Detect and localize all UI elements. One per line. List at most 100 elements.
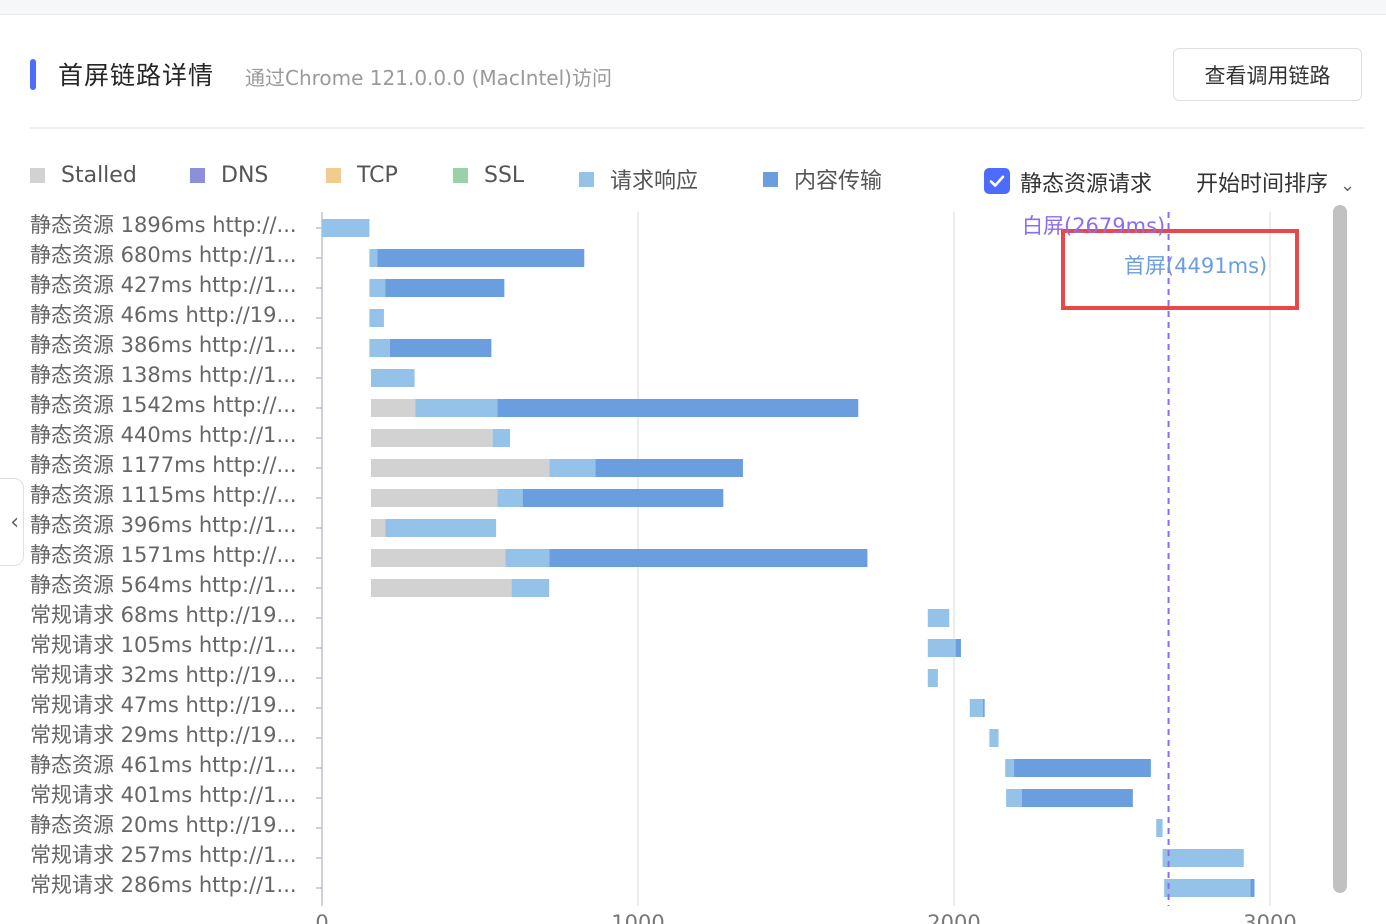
transfer-bar bbox=[1014, 759, 1151, 777]
response-bar bbox=[385, 519, 497, 537]
x-tick-label: 3000 bbox=[1243, 911, 1296, 924]
transfer-bar bbox=[522, 489, 724, 507]
static-resource-checkbox-label[interactable]: 静态资源请求 bbox=[1020, 166, 1152, 198]
transfer-bar bbox=[983, 699, 985, 717]
legend-item-response[interactable]: 请求响应 bbox=[579, 163, 698, 195]
legend-label-stalled: Stalled bbox=[61, 163, 137, 188]
request-label[interactable]: 静态资源 1115ms http://... bbox=[30, 480, 310, 510]
response-bar bbox=[322, 219, 370, 237]
request-label[interactable]: 静态资源 564ms http://1... bbox=[30, 570, 310, 600]
transfer-bar bbox=[549, 549, 868, 567]
response-bar bbox=[369, 279, 386, 297]
request-label[interactable]: 常规请求 401ms http://1... bbox=[30, 780, 310, 810]
response-bar bbox=[369, 339, 390, 357]
transfer-bar bbox=[497, 399, 859, 417]
response-bar bbox=[969, 699, 984, 717]
response-bar bbox=[927, 669, 938, 687]
request-label[interactable]: 静态资源 1542ms http://... bbox=[30, 390, 310, 420]
request-label[interactable]: 常规请求 257ms http://1... bbox=[30, 840, 310, 870]
request-label[interactable]: 静态资源 46ms http://19... bbox=[30, 300, 310, 330]
request-label[interactable]: 静态资源 1896ms http://... bbox=[30, 210, 310, 240]
legend-item-ssl[interactable]: SSL bbox=[453, 163, 524, 188]
request-label[interactable]: 静态资源 1177ms http://... bbox=[30, 450, 310, 480]
legend-item-stalled[interactable]: Stalled bbox=[30, 163, 137, 188]
request-label[interactable]: 常规请求 286ms http://1... bbox=[30, 870, 310, 900]
request-label[interactable]: 常规请求 105ms http://1... bbox=[30, 630, 310, 660]
transfer-bar bbox=[595, 459, 743, 477]
top-strip bbox=[0, 0, 1386, 15]
stalled-bar bbox=[370, 519, 386, 537]
request-label[interactable]: 常规请求 32ms http://19... bbox=[30, 660, 310, 690]
request-label[interactable]: 静态资源 20ms http://19... bbox=[30, 810, 310, 840]
chevron-down-icon: ⌄ bbox=[1340, 175, 1356, 196]
legend-swatch-response bbox=[579, 171, 594, 187]
response-bar bbox=[492, 429, 511, 447]
transfer-bar bbox=[389, 339, 492, 357]
sort-select[interactable]: 开始时间排序 ⌄ bbox=[1196, 166, 1355, 198]
transfer-bar bbox=[1021, 789, 1133, 807]
checkmark-icon bbox=[989, 175, 1005, 187]
response-bar bbox=[989, 729, 999, 747]
x-tick-label: 1000 bbox=[611, 911, 664, 924]
response-bar bbox=[1006, 789, 1022, 807]
response-bar bbox=[1162, 849, 1244, 867]
request-label[interactable]: 静态资源 396ms http://1... bbox=[30, 510, 310, 540]
stalled-bar bbox=[370, 429, 493, 447]
request-label[interactable]: 静态资源 680ms http://1... bbox=[30, 240, 310, 270]
legend-swatch-tcp bbox=[326, 168, 341, 183]
collapse-panel-button[interactable]: ‹ bbox=[0, 478, 24, 566]
legend-swatch-dns bbox=[190, 168, 205, 183]
legend-swatch-transfer bbox=[763, 171, 778, 187]
request-label[interactable]: 静态资源 440ms http://1... bbox=[30, 420, 310, 450]
stalled-bar bbox=[370, 549, 506, 567]
request-label[interactable]: 静态资源 386ms http://1... bbox=[30, 330, 310, 360]
static-resource-checkbox[interactable] bbox=[984, 168, 1010, 194]
stalled-bar bbox=[370, 399, 416, 417]
x-tick-label: 0 bbox=[315, 911, 328, 924]
request-label[interactable]: 静态资源 138ms http://1... bbox=[30, 360, 310, 390]
request-label[interactable]: 静态资源 1571ms http://... bbox=[30, 540, 310, 570]
legend-label-tcp: TCP bbox=[357, 163, 398, 188]
header-divider bbox=[30, 127, 1364, 129]
stalled-bar bbox=[370, 459, 550, 477]
legend-label-transfer: 内容传输 bbox=[794, 169, 883, 194]
transfer-bar bbox=[377, 249, 585, 267]
response-bar bbox=[927, 609, 950, 627]
x-tick-label: 2000 bbox=[927, 911, 980, 924]
response-bar bbox=[369, 249, 378, 267]
legend-item-tcp[interactable]: TCP bbox=[326, 163, 398, 188]
request-label[interactable]: 常规请求 47ms http://19... bbox=[30, 690, 310, 720]
title-accent-bar bbox=[30, 59, 36, 90]
request-label[interactable]: 静态资源 427ms http://1... bbox=[30, 270, 310, 300]
response-bar bbox=[927, 639, 956, 657]
response-bar bbox=[549, 459, 596, 477]
legend-label-dns: DNS bbox=[221, 163, 269, 188]
sort-select-value: 开始时间排序 bbox=[1196, 172, 1329, 197]
first-screen-marker-label: 首屏(4491ms) bbox=[1124, 254, 1268, 278]
legend-swatch-stalled bbox=[30, 168, 45, 183]
response-bar bbox=[369, 309, 384, 327]
response-bar bbox=[1005, 759, 1015, 777]
legend-item-dns[interactable]: DNS bbox=[190, 163, 268, 188]
legend-label-ssl: SSL bbox=[484, 163, 525, 188]
legend-swatch-ssl bbox=[453, 168, 468, 183]
response-bar bbox=[1156, 819, 1163, 837]
request-label[interactable]: 常规请求 29ms http://19... bbox=[30, 720, 310, 750]
white-screen-marker-label: 白屏(2679ms) bbox=[1022, 214, 1166, 238]
response-bar bbox=[497, 489, 523, 507]
vertical-scrollbar[interactable] bbox=[1333, 205, 1347, 893]
request-label[interactable]: 静态资源 461ms http://1... bbox=[30, 750, 310, 780]
response-bar bbox=[370, 369, 415, 387]
legend-label-response: 请求响应 bbox=[610, 169, 699, 194]
response-bar bbox=[505, 549, 550, 567]
chevron-left-icon: ‹ bbox=[10, 509, 19, 535]
view-call-chain-button[interactable]: 查看调用链路 bbox=[1173, 48, 1362, 101]
response-bar bbox=[1164, 879, 1251, 897]
transfer-bar bbox=[385, 279, 505, 297]
legend-item-transfer[interactable]: 内容传输 bbox=[763, 163, 882, 195]
transfer-bar bbox=[955, 639, 961, 657]
request-label[interactable]: 常规请求 68ms http://19... bbox=[30, 600, 310, 630]
stalled-bar bbox=[370, 489, 498, 507]
response-bar bbox=[415, 399, 498, 417]
stalled-bar bbox=[370, 579, 512, 597]
